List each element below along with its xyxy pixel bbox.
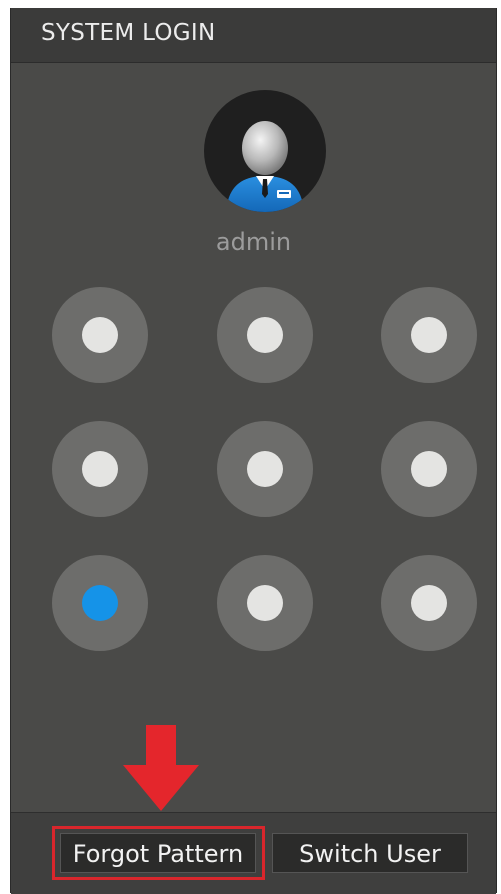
pattern-dot [411, 451, 447, 487]
pattern-dot [82, 585, 118, 621]
switch-user-button[interactable]: Switch User [272, 833, 468, 873]
forgot-pattern-button[interactable]: Forgot Pattern [60, 833, 256, 873]
title-bar: SYSTEM LOGIN [11, 8, 496, 63]
pattern-dot [247, 585, 283, 621]
pattern-node-5[interactable] [217, 421, 313, 517]
window-title: SYSTEM LOGIN [41, 20, 216, 46]
user-avatar-icon [204, 90, 326, 212]
pattern-dot [411, 585, 447, 621]
pattern-dot [411, 317, 447, 353]
pattern-dot [247, 317, 283, 353]
pattern-dot [82, 451, 118, 487]
pattern-dot [247, 451, 283, 487]
pattern-node-2[interactable] [217, 287, 313, 383]
login-window: SYSTEM LOGIN admin Forgot Pattern Switch… [10, 8, 497, 894]
pattern-node-9[interactable] [381, 555, 477, 651]
down-arrow-icon [121, 725, 201, 817]
footer-bar: Forgot Pattern Switch User [11, 812, 496, 894]
pattern-node-4[interactable] [52, 421, 148, 517]
pattern-node-3[interactable] [381, 287, 477, 383]
pattern-dot [82, 317, 118, 353]
pattern-node-1[interactable] [52, 287, 148, 383]
pattern-node-7[interactable] [52, 555, 148, 651]
pattern-node-8[interactable] [217, 555, 313, 651]
pattern-node-6[interactable] [381, 421, 477, 517]
username-label: admin [215, 228, 292, 256]
